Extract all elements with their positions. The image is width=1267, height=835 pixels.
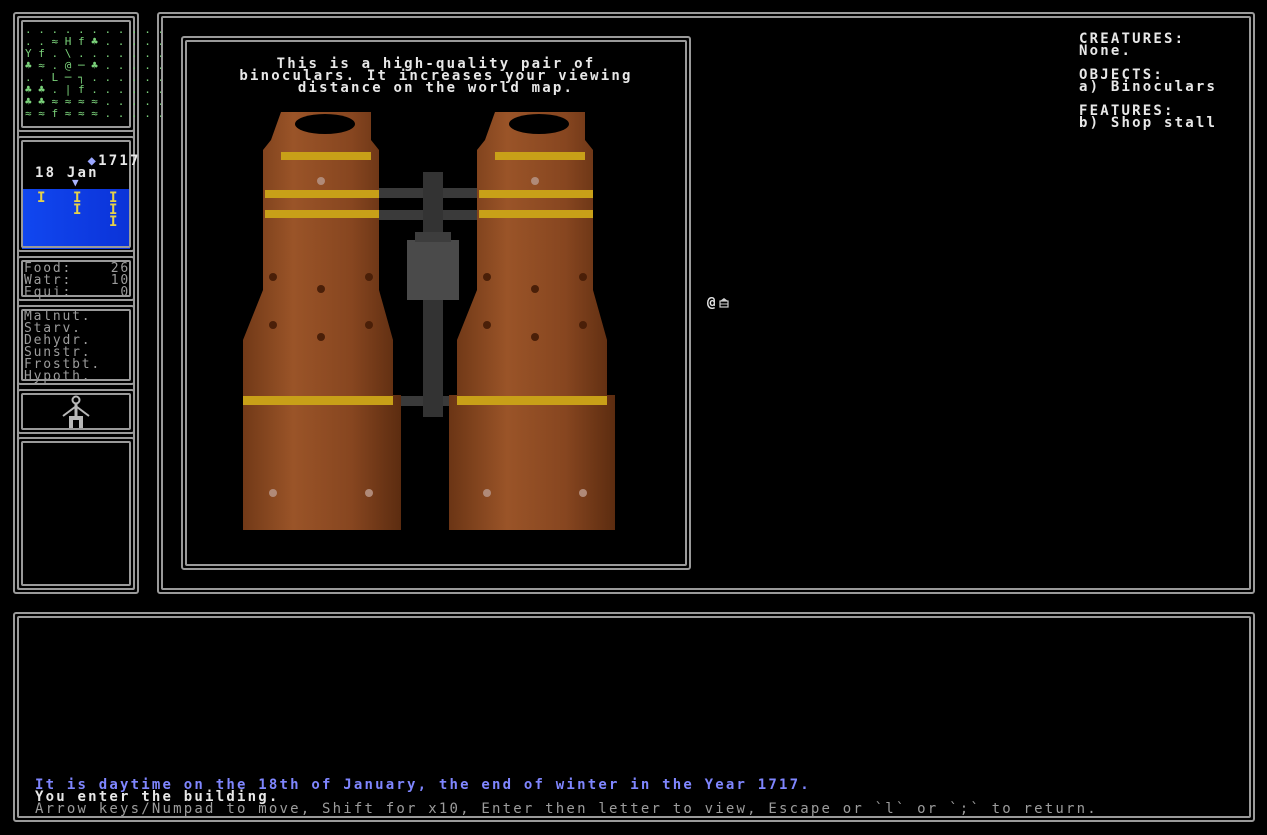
shop-stall-icon[interactable] [719, 297, 729, 308]
person-figure-icon[interactable] [58, 394, 94, 430]
player-glyph: @ [707, 295, 716, 311]
time-marker-icon: ▼ [72, 176, 79, 189]
stats-list: Food: 26 Watr: 10 Equi: 0 [24, 262, 130, 300]
feature-item-shop-stall[interactable]: b) Shop stall [1079, 116, 1217, 130]
stat-equip-label: Equi: [24, 285, 73, 300]
log-line-help: Arrow keys/Numpad to move, Shift for x10… [35, 801, 1098, 817]
minimap-frame: . . . . . . . . . . .. . ≈ H f ♣ . . . .… [17, 16, 164, 132]
stat-equip: Equi: 0 [24, 285, 130, 300]
binoculars-icon [243, 112, 615, 530]
date-label: 18 Jan [35, 165, 99, 181]
weather-sky-panel: I I I I I I [22, 189, 130, 249]
item-description: This is a high-quality pair of binocular… [239, 56, 633, 96]
minimap-tiles: . . . . . . . . . . .. . ≈ H f ♣ . . . .… [25, 24, 164, 120]
weather-col-2: I I [73, 190, 82, 218]
object-item-binoculars[interactable]: a) Binoculars [1079, 80, 1217, 94]
stat-equip-value: 0 [120, 285, 130, 300]
money-value: 1717 [98, 153, 141, 169]
item-viewer-frame: This is a high-quality pair of binocular… [181, 36, 691, 570]
conditions-list: Malnut. Starv. Dehydr. Sunstr. Frostbt. … [24, 310, 101, 384]
calendar-frame: ◆1717 18 Jan ▼ I I I I I I [17, 136, 138, 252]
empty-status-frame [17, 437, 135, 590]
info-panel: CREATURES: None. OBJECTS: a) Binoculars … [1079, 32, 1217, 130]
weather-col-1: I [37, 190, 46, 206]
minimap-row: ≈ ≈ f ≈ ≈ ≈ . . . . . [25, 107, 165, 120]
minimap[interactable]: . . . . . . . . . . .. . ≈ H f ♣ . . . .… [25, 24, 164, 120]
weather-col-3: I I I [109, 190, 118, 230]
message-log-frame: It is daytime on the 18th of January, th… [13, 612, 1255, 822]
body-status-frame [17, 389, 135, 434]
stats-frame: Food: 26 Watr: 10 Equi: 0 [17, 256, 135, 301]
conditions-frame: Malnut. Starv. Dehydr. Sunstr. Frostbt. … [17, 305, 135, 385]
condition-hypothermia: Hypoth. [24, 369, 92, 384]
